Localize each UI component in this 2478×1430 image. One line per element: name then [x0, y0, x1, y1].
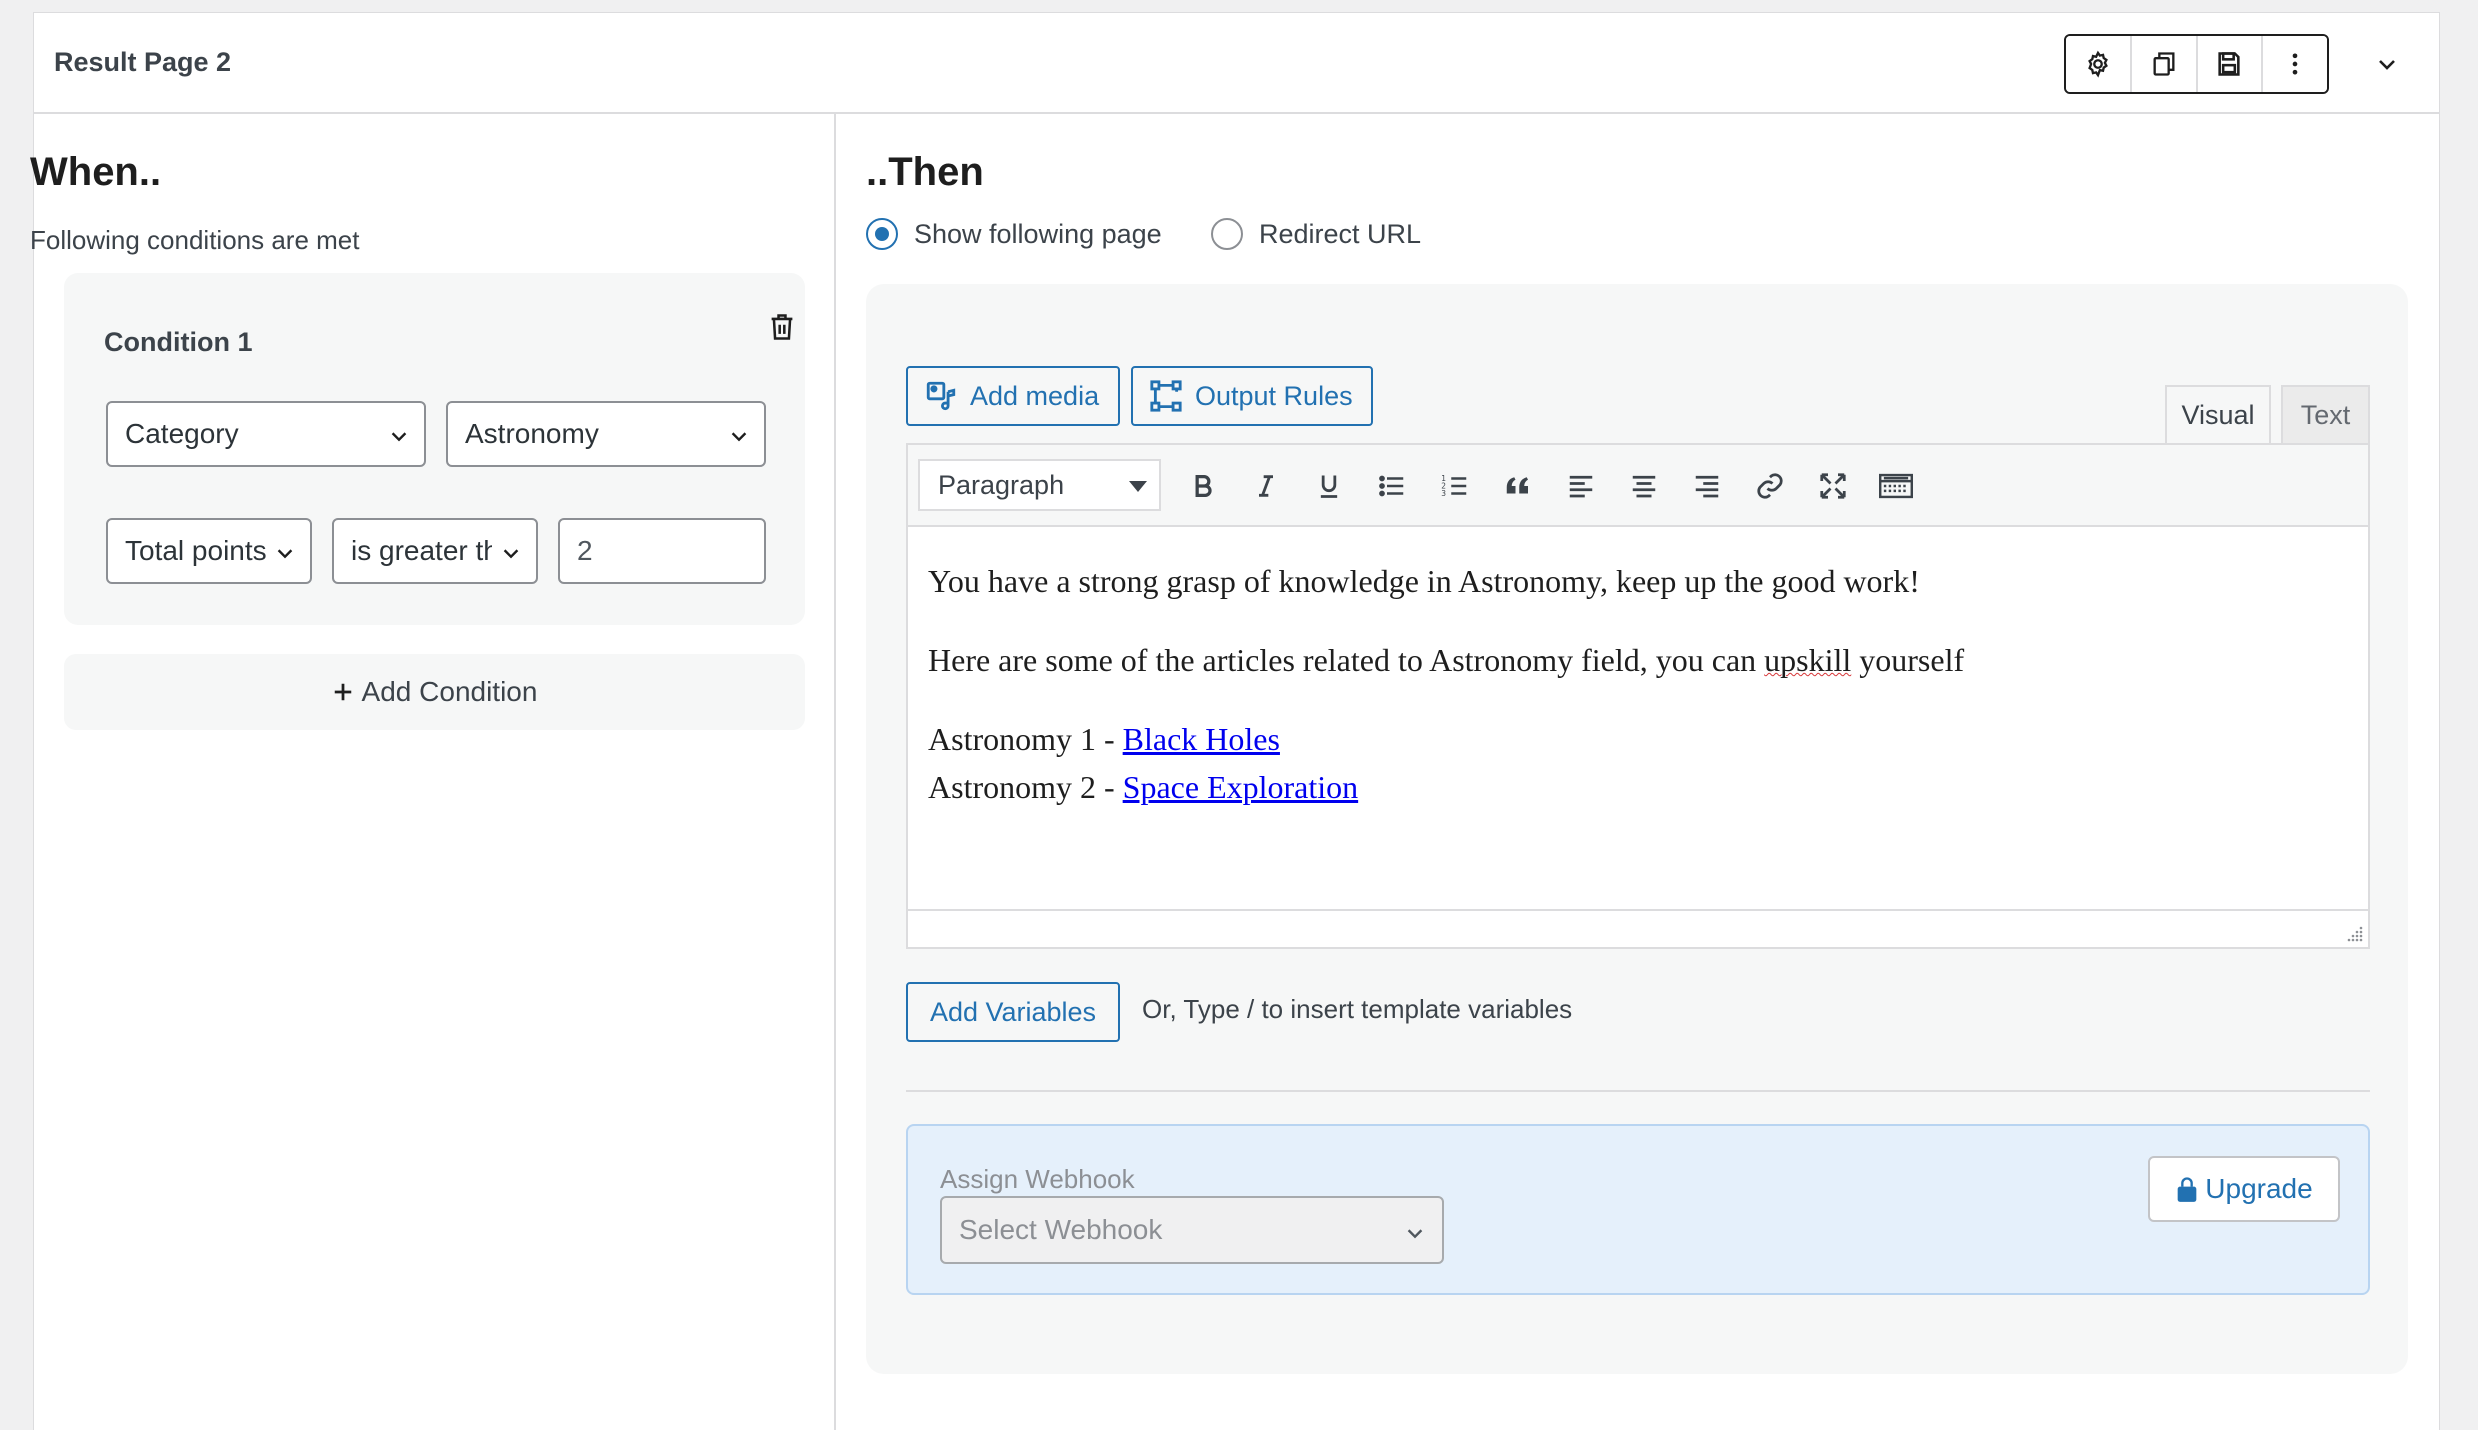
- bold-button[interactable]: [1180, 463, 1226, 509]
- italic-button[interactable]: [1243, 463, 1289, 509]
- chevron-down-icon: [2379, 60, 2395, 70]
- chevron-down-icon: [391, 432, 407, 442]
- blockquote-button[interactable]: [1495, 463, 1541, 509]
- column-divider: [834, 114, 836, 1430]
- quote-icon: [1506, 477, 1528, 494]
- webhook-label: Assign Webhook: [940, 1164, 1135, 1194]
- align-right-button[interactable]: [1684, 463, 1730, 509]
- caret-down-icon: [1129, 481, 1147, 492]
- numbered-list-button[interactable]: 123: [1432, 463, 1478, 509]
- add-media-button[interactable]: Add media: [906, 366, 1120, 426]
- bullet-list-button[interactable]: [1369, 463, 1415, 509]
- condition-metric-select[interactable]: Total points: [106, 518, 312, 584]
- plus-icon: [334, 683, 351, 701]
- rich-text-editor: Paragraph 123 You have a strong grasp of…: [906, 443, 2370, 949]
- condition-operator-select[interactable]: is greater than: [332, 518, 538, 584]
- resize-handle-icon[interactable]: [2346, 925, 2364, 943]
- condition-card: Condition 1 Category Astronomy Total poi…: [64, 273, 805, 625]
- content-paragraph: Here are some of the articles related to…: [928, 642, 1965, 678]
- align-left-icon: [1569, 475, 1593, 498]
- delete-condition-button[interactable]: [764, 309, 800, 345]
- toolbar-toggle-button[interactable]: [1873, 463, 1919, 509]
- editor-toolbar: Paragraph 123: [908, 445, 2368, 527]
- settings-button[interactable]: [2066, 36, 2132, 92]
- fullscreen-button[interactable]: [1810, 463, 1856, 509]
- underline-icon: [1320, 475, 1338, 498]
- duplicate-icon: [2153, 52, 2175, 76]
- link-space-exploration[interactable]: Space Exploration: [1123, 769, 1358, 805]
- webhook-select[interactable]: Select Webhook: [940, 1196, 1444, 1264]
- svg-text:3: 3: [1441, 489, 1446, 498]
- content-paragraph: You have a strong grasp of knowledge in …: [928, 563, 1920, 599]
- panel-header: Result Page 2: [34, 13, 2439, 114]
- save-icon: [2218, 52, 2240, 76]
- chevron-down-icon: [731, 432, 747, 442]
- when-title: When..: [30, 150, 162, 194]
- upgrade-button[interactable]: Upgrade: [2148, 1156, 2340, 1222]
- add-condition-label: Add Condition: [361, 676, 538, 707]
- misspelled-word: upskill: [1764, 642, 1852, 678]
- underline-button[interactable]: [1306, 463, 1352, 509]
- editor-content[interactable]: You have a strong grasp of knowledge in …: [908, 527, 2368, 900]
- add-condition-button[interactable]: Add Condition: [64, 654, 805, 730]
- content-link-line: Astronomy 1 - Black Holes: [928, 721, 1280, 757]
- bullet-list-icon: [1379, 475, 1404, 497]
- then-title: ..Then: [866, 150, 984, 194]
- tab-visual[interactable]: Visual: [2165, 385, 2271, 443]
- duplicate-button[interactable]: [2131, 36, 2198, 92]
- chevron-down-icon: [277, 549, 293, 559]
- tab-text[interactable]: Text: [2281, 385, 2370, 443]
- align-center-button[interactable]: [1621, 463, 1667, 509]
- more-vertical-icon: [2292, 53, 2298, 75]
- condition-amount-input[interactable]: 2: [558, 518, 766, 584]
- media-icon: [926, 381, 956, 411]
- condition-title: Condition 1: [104, 327, 253, 357]
- link-black-holes[interactable]: Black Holes: [1123, 721, 1280, 757]
- when-subtitle: Following conditions are met: [30, 225, 360, 255]
- link-icon: [1757, 473, 1783, 499]
- section-divider: [906, 1090, 2370, 1092]
- numbered-list-icon: 123: [1441, 474, 1467, 498]
- keyboard-icon: [1879, 473, 1913, 499]
- radio-redirect-url[interactable]: Redirect URL: [1211, 218, 1421, 250]
- gear-icon: [2087, 50, 2108, 78]
- collapse-button[interactable]: [2364, 41, 2410, 87]
- webhook-section: Assign Webhook Select Webhook Upgrade: [906, 1124, 2370, 1295]
- output-rules-button[interactable]: Output Rules: [1131, 366, 1373, 426]
- more-options-button[interactable]: [2263, 36, 2327, 92]
- align-center-icon: [1632, 475, 1656, 498]
- radio-button-selected[interactable]: [866, 218, 898, 250]
- align-left-button[interactable]: [1558, 463, 1604, 509]
- editor-statusbar: [908, 909, 2368, 947]
- chevron-down-icon: [503, 549, 519, 559]
- output-rules-icon: [1150, 380, 1182, 412]
- lock-icon: [2177, 1177, 2197, 1202]
- header-toolbar: [2064, 34, 2329, 94]
- content-link-line: Astronomy 2 - Space Exploration: [928, 769, 1359, 805]
- italic-icon: [1259, 475, 1273, 497]
- radio-show-following-page[interactable]: Show following page: [866, 218, 1162, 250]
- bold-icon: [1195, 475, 1212, 497]
- save-button[interactable]: [2197, 36, 2264, 92]
- insert-link-button[interactable]: [1747, 463, 1793, 509]
- radio-button[interactable]: [1211, 218, 1243, 250]
- trash-icon: [771, 314, 793, 340]
- chevron-down-icon: [1407, 1229, 1423, 1239]
- add-variables-button[interactable]: Add Variables: [906, 982, 1120, 1042]
- condition-value-select[interactable]: Astronomy: [446, 401, 766, 467]
- format-select[interactable]: Paragraph: [918, 459, 1161, 511]
- align-right-icon: [1695, 475, 1719, 498]
- page-title: Result Page 2: [54, 47, 232, 77]
- condition-field-select[interactable]: Category: [106, 401, 426, 467]
- fullscreen-icon: [1820, 473, 1846, 499]
- variables-hint: Or, Type / to insert template variables: [1142, 994, 1573, 1024]
